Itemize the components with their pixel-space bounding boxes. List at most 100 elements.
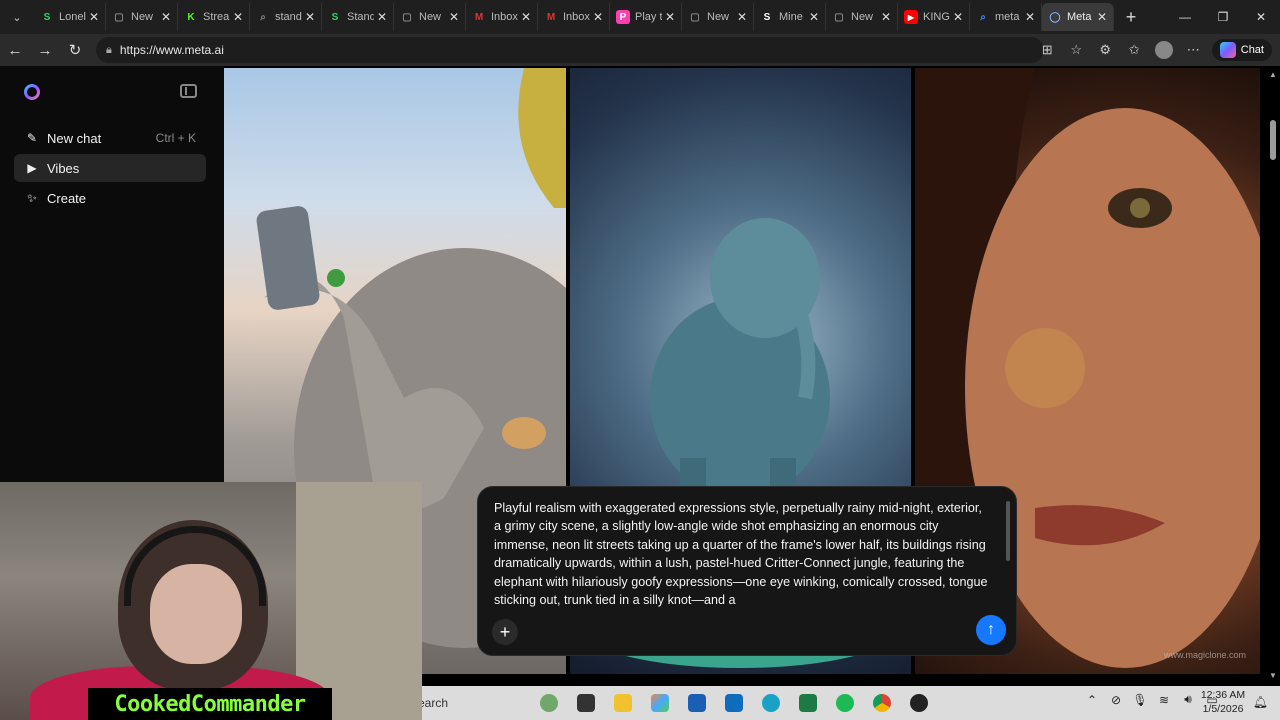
more-menu-icon[interactable]: ⋯	[1179, 42, 1208, 58]
obs-icon[interactable]	[900, 689, 937, 717]
close-tab-icon[interactable]: ✕	[1025, 10, 1035, 24]
favorites-icon[interactable]: ✩	[1120, 42, 1149, 58]
calendar-app-icon[interactable]	[678, 689, 715, 717]
new-chat-shortcut: Ctrl + K	[155, 131, 196, 145]
taskbar-search[interactable]: earch	[418, 692, 538, 714]
browser-tab[interactable]: ▢ New ✕	[106, 3, 178, 31]
tab-favicon-icon: S	[763, 11, 771, 23]
close-tab-icon[interactable]: ✕	[233, 10, 243, 24]
close-window-icon[interactable]: ✕	[1242, 0, 1280, 34]
edge-icon[interactable]	[752, 689, 789, 717]
outlook-icon[interactable]	[715, 689, 752, 717]
screen: ⌄ S Lonel ✕ ▢ New ✕ K Strea ✕ ⌕ stand ✕ S Stand ✕ ▢ New ✕…	[0, 0, 1280, 720]
tray-app-icon[interactable]: ⊘	[1104, 693, 1128, 707]
webcam-overlay: CookedCommander	[0, 482, 422, 720]
browser-tab[interactable]: ▢ New ✕	[394, 3, 466, 31]
chat-label: Chat	[1240, 44, 1264, 56]
taskbar-apps	[530, 689, 937, 717]
close-tab-icon[interactable]: ✕	[377, 10, 387, 24]
tab-title: Meta	[1067, 11, 1092, 23]
collapse-sidebar-icon[interactable]	[180, 84, 197, 98]
sidebar-item-create[interactable]: ✨︎ Create	[14, 184, 206, 212]
close-tab-icon[interactable]: ✕	[881, 10, 891, 24]
tab-favicon-icon: ⌕	[260, 11, 266, 23]
close-tab-icon[interactable]: ✕	[953, 10, 963, 24]
taskbar-clock[interactable]: 12:36 AM 1/5/2026	[1194, 688, 1252, 716]
tab-title: Stand	[347, 11, 374, 23]
close-tab-icon[interactable]: ✕	[161, 10, 171, 24]
browser-tab[interactable]: K Strea ✕	[178, 3, 250, 31]
profile-avatar[interactable]	[1154, 41, 1173, 59]
tab-title: New	[851, 11, 874, 23]
tab-favicon-icon: S	[331, 11, 339, 23]
page-scrollbar[interactable]: ▲ ▼	[1268, 68, 1278, 680]
close-tab-icon[interactable]: ✕	[449, 10, 459, 24]
add-attachment-button[interactable]: +	[492, 619, 518, 645]
file-explorer-icon[interactable]	[604, 689, 641, 717]
store-icon[interactable]	[641, 689, 678, 717]
refresh-icon[interactable]: ↻	[60, 36, 90, 64]
close-tab-icon[interactable]: ✕	[809, 10, 819, 24]
address-bar[interactable]: 🔒︎ https://www.meta.ai	[96, 37, 1044, 63]
browser-tab[interactable]: M Inbox ✕	[466, 3, 538, 31]
scroll-down-icon[interactable]: ▼	[1268, 671, 1278, 680]
site-info-icon[interactable]: 🔒︎	[106, 44, 112, 57]
favorite-star-icon[interactable]: ☆	[1062, 42, 1091, 58]
minimize-icon[interactable]: —	[1166, 0, 1204, 34]
close-tab-icon[interactable]: ✕	[521, 10, 531, 24]
tab-favicon-icon: S	[43, 11, 51, 23]
scroll-up-icon[interactable]: ▲	[1268, 70, 1278, 79]
close-tab-icon[interactable]: ✕	[593, 10, 603, 24]
task-view-icon[interactable]	[567, 689, 604, 717]
spotify-icon[interactable]	[826, 689, 863, 717]
extensions-icon[interactable]: ⚙	[1091, 42, 1120, 58]
browser-tab[interactable]: ⌕ meta ✕	[970, 3, 1042, 31]
taskbar-widget-icon[interactable]	[530, 689, 567, 717]
browser-tab[interactable]: ▶ KING ✕	[898, 3, 970, 31]
scrollbar-thumb[interactable]	[1270, 120, 1276, 160]
excel-icon[interactable]	[789, 689, 826, 717]
close-tab-icon[interactable]: ✕	[737, 10, 747, 24]
close-tab-icon[interactable]: ✕	[1097, 10, 1107, 24]
browser-tab[interactable]: P Play t ✕	[610, 3, 682, 31]
split-screen-icon[interactable]: ⊞	[1033, 42, 1062, 58]
microphone-icon[interactable]: 🎙︎	[1128, 693, 1152, 707]
browser-tab[interactable]: S Stand ✕	[322, 3, 394, 31]
sidebar-item-vibes[interactable]: ▶ Vibes	[14, 154, 206, 182]
browser-tab[interactable]: M Inbox ✕	[538, 3, 610, 31]
show-hidden-icons-icon[interactable]: ⌃	[1080, 693, 1104, 707]
copilot-chat-button[interactable]: Chat	[1211, 39, 1272, 61]
new-chat-button[interactable]: ✎ New chat Ctrl + K	[14, 124, 206, 152]
browser-tab[interactable]: S Lonel ✕	[34, 3, 106, 31]
browser-tab[interactable]: ◯ Meta ✕	[1042, 3, 1114, 31]
tab-title: Inbox	[491, 11, 518, 23]
browser-tab[interactable]: S Mine ✕	[754, 3, 826, 31]
wifi-icon[interactable]: ≋	[1152, 693, 1176, 707]
browser-tabbar: ⌄ S Lonel ✕ ▢ New ✕ K Strea ✕ ⌕ stand ✕ S Stand ✕ ▢ New ✕…	[0, 0, 1280, 34]
prompt-composer: Playful realism with exaggerated express…	[477, 486, 1017, 656]
browser-tab[interactable]: ▢ New ✕	[826, 3, 898, 31]
close-tab-icon[interactable]: ✕	[305, 10, 315, 24]
tab-actions-icon[interactable]: ⌄	[0, 0, 34, 34]
close-tab-icon[interactable]: ✕	[665, 10, 675, 24]
new-chat-label: New chat	[47, 130, 102, 146]
browser-tab[interactable]: ▢ New ✕	[682, 3, 754, 31]
tab-title: Strea	[203, 11, 230, 23]
meta-ai-logo-icon[interactable]	[24, 84, 40, 100]
back-icon[interactable]: ←	[0, 36, 30, 64]
prompt-textarea[interactable]: Playful realism with exaggerated express…	[494, 499, 992, 613]
tab-favicon-icon: M	[474, 11, 484, 23]
forward-icon[interactable]: →	[30, 36, 60, 64]
maximize-icon[interactable]: ❐	[1204, 0, 1242, 34]
chrome-icon[interactable]	[863, 689, 900, 717]
streamer-name-badge: CookedCommander	[88, 688, 332, 720]
vibes-label: Vibes	[47, 160, 80, 176]
new-tab-button[interactable]: +	[1114, 7, 1148, 28]
browser-tab[interactable]: ⌕ stand ✕	[250, 3, 322, 31]
tab-title: stand	[275, 11, 302, 23]
send-button[interactable]: ↑	[976, 615, 1006, 645]
prompt-scrollbar[interactable]	[1006, 501, 1010, 561]
close-tab-icon[interactable]: ✕	[89, 10, 99, 24]
edit-icon: ✎	[26, 131, 38, 145]
notifications-icon[interactable]: 🔔︎	[1253, 695, 1268, 709]
